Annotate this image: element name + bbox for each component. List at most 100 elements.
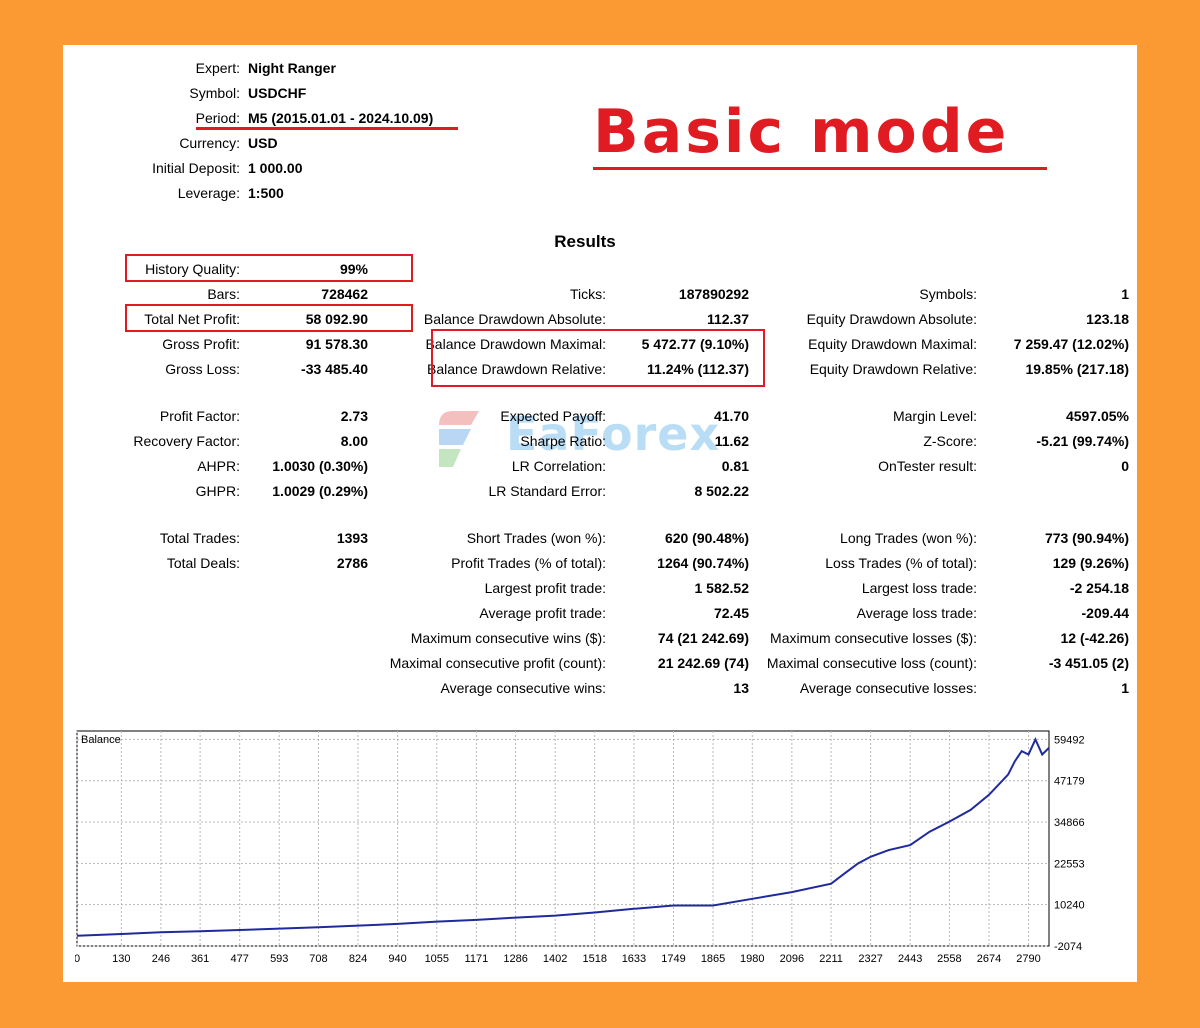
chart-x-tick-label: 1055	[425, 953, 449, 965]
stat-label: Average consecutive wins:	[440, 680, 607, 696]
chart-x-tick-label: 1865	[701, 953, 725, 965]
highlight-box-history-quality	[125, 254, 413, 282]
chart-x-tick-label: 1171	[465, 953, 489, 965]
chart-y-tick-label: 10240	[1054, 900, 1085, 912]
chart-x-tick-label: 2096	[780, 953, 804, 965]
stat-value: 1393	[336, 530, 368, 546]
stat-label: Symbols:	[919, 286, 977, 302]
stat-label: Average profit trade:	[479, 605, 606, 621]
stat-label: Largest loss trade:	[861, 580, 977, 596]
stat-value: -209.44	[1081, 605, 1129, 621]
stat-label: Profit Trades (% of total):	[451, 555, 606, 571]
stat-value: 4597.05%	[1065, 408, 1129, 424]
stat-label: Loss Trades (% of total):	[825, 555, 977, 571]
stat-label: LR Correlation:	[511, 458, 606, 474]
stat-value: 8 502.22	[694, 483, 750, 499]
mode-banner: Basic mode	[593, 97, 1010, 167]
stat-label: Maximal consecutive loss (count):	[766, 655, 977, 671]
stat-value: -2 254.18	[1069, 580, 1129, 596]
chart-x-tick-label: 2327	[858, 953, 882, 965]
chart-x-tick-label: 940	[388, 953, 406, 965]
stat-value: 13	[733, 680, 749, 696]
stat-value: 112.37	[706, 311, 749, 327]
stat-value: 0.81	[721, 458, 749, 474]
stat-value: 187890292	[678, 286, 749, 302]
chart-title: Balance	[81, 734, 121, 746]
stat-label: Average loss trade:	[856, 605, 977, 621]
expert-value: Night Ranger	[248, 60, 336, 76]
stat-value: -3 451.05 (2)	[1048, 655, 1129, 671]
chart-y-tick-label: 22553	[1054, 858, 1085, 870]
stat-label: Expected Payoff:	[500, 408, 606, 424]
stat-value: 620 (90.48%)	[664, 530, 749, 546]
stat-value: 1.0030 (0.30%)	[272, 458, 368, 474]
stat-label: Gross Profit:	[162, 336, 240, 352]
stat-label: GHPR:	[195, 483, 240, 499]
symbol-value: USDCHF	[248, 85, 307, 101]
stat-label: Average consecutive losses:	[799, 680, 977, 696]
results-title: Results	[554, 232, 616, 251]
balance-chart-svg: 0 130 246 361 477 593 708 824 940 1055 1171 1286 140…	[75, 730, 1085, 965]
stat-value: 2786	[336, 555, 368, 571]
stat-value: 123.18	[1086, 311, 1129, 327]
stat-value: 1	[1121, 680, 1129, 696]
initial-deposit-value: 1 000.00	[248, 160, 303, 176]
stat-label: Sharpe Ratio:	[520, 433, 606, 449]
stat-label: Maximal consecutive profit (count):	[389, 655, 606, 671]
stat-value: -5.21 (99.74%)	[1036, 433, 1129, 449]
stat-value: 0	[1121, 458, 1129, 474]
chart-x-tick-label: 2558	[937, 953, 961, 965]
stat-label: Total Deals:	[166, 555, 240, 571]
chart-x-tick-label: 477	[231, 953, 249, 965]
leverage-value: 1:500	[248, 185, 284, 201]
stat-label: Equity Drawdown Maximal:	[808, 336, 977, 352]
chart-x-tick-label: 1749	[661, 953, 685, 965]
stat-value: 1.0029 (0.29%)	[272, 483, 368, 499]
chart-y-tick-label: 34866	[1054, 817, 1085, 829]
stat-label: Equity Drawdown Absolute:	[806, 311, 977, 327]
stat-value: 19.85% (217.18)	[1025, 361, 1129, 377]
chart-x-tick-label: 0	[75, 953, 80, 965]
chart-x-tick-label: 824	[349, 953, 367, 965]
stat-value: 41.70	[713, 408, 749, 424]
chart-frame	[76, 730, 1050, 947]
period-value: M5 (2015.01.01 - 2024.10.09)	[248, 110, 434, 126]
mode-banner-underline	[593, 167, 1047, 170]
stat-label: Margin Level:	[892, 408, 977, 424]
stat-value: 21 242.69 (74)	[657, 655, 749, 671]
currency-value: USD	[248, 135, 278, 151]
stat-value: 773 (90.94%)	[1044, 530, 1129, 546]
stat-value: 74 (21 242.69)	[657, 630, 749, 646]
stat-label: Maximum consecutive losses ($):	[770, 630, 977, 646]
stat-value: 1264 (90.74%)	[657, 555, 749, 571]
chart-x-tick-label: 708	[309, 953, 327, 965]
chart-x-tick-label: 2790	[1016, 953, 1040, 965]
chart-x-tick-label: 2674	[977, 953, 1001, 965]
stat-label: LR Standard Error:	[488, 483, 607, 499]
chart-x-tick-label: 2211	[819, 953, 843, 965]
stat-value: 8.00	[340, 433, 368, 449]
stat-label: Ticks:	[569, 286, 606, 302]
chart-x-tick-label: 1518	[582, 953, 606, 965]
symbol-label: Symbol:	[189, 85, 240, 101]
stat-label: Total Trades:	[159, 530, 240, 546]
stat-value: 1	[1121, 286, 1129, 302]
stat-label: Gross Loss:	[165, 361, 240, 377]
chart-x-tick-label: 1633	[622, 953, 646, 965]
chart-x-tick-label: 1402	[543, 953, 567, 965]
stat-value: 72.45	[713, 605, 749, 621]
stat-label: Z-Score:	[923, 433, 977, 449]
stat-label: Profit Factor:	[159, 408, 240, 424]
stat-label: Balance Drawdown Absolute:	[423, 311, 606, 327]
chart-y-tick-label: 47179	[1054, 776, 1085, 788]
stat-label: Bars:	[207, 286, 240, 302]
period-underline	[196, 127, 458, 130]
chart-x-tick-label: 1980	[740, 953, 764, 965]
stat-value: 91 578.30	[305, 336, 368, 352]
stat-label: AHPR:	[197, 458, 240, 474]
leverage-label: Leverage:	[177, 185, 240, 201]
report-panel: Expert: Night Ranger Symbol: USDCHF Peri…	[63, 45, 1137, 982]
stat-value: 11.62	[714, 433, 749, 449]
stat-label: Equity Drawdown Relative:	[809, 361, 977, 377]
stat-value: -33 485.40	[301, 361, 368, 377]
